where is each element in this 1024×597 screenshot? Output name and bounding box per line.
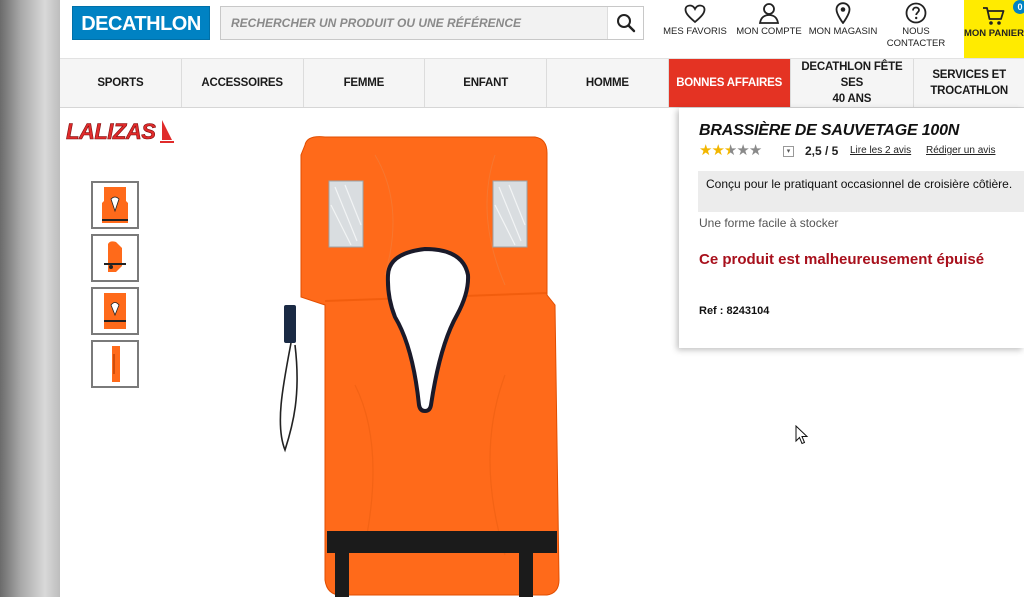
heart-icon [684,4,706,24]
nav-decathlon-40-ans[interactable]: DECATHLON FÊTE SES 40 ANS [791,59,915,107]
search-input[interactable] [221,7,607,39]
availability-message: Ce produit est malheureusement épuisé [699,251,985,268]
nav-services-line1: SERVICES ET [932,69,1006,81]
account-label: MON COMPTE [736,26,802,37]
search-button[interactable] [607,7,643,39]
product-main-image[interactable] [265,125,575,597]
thumbnail-4-image [112,346,120,382]
store-label: MON MAGASIN [808,26,878,37]
nav-homme[interactable]: HOMME [547,59,669,107]
cart-icon [983,7,1005,25]
read-reviews-link[interactable]: Lire les 2 avis [850,145,911,156]
cart-count-badge: 0 [1013,0,1024,14]
chevron-down-icon: ▾ [786,148,791,155]
nav-accessoires[interactable]: ACCESSOIRES [182,59,304,107]
main-nav: SPORTS ACCESSOIRES FEMME ENFANT HOMME BO… [60,58,1024,108]
user-icon [758,3,780,24]
product-info-panel: BRASSIÈRE DE SAUVETAGE 100N ★★★★★ ▾ 2,5 … [679,108,1024,348]
decathlon-logo[interactable]: DECATHLON [72,6,210,40]
rating-dropdown[interactable]: ▾ [783,146,794,157]
thumbnail-2[interactable] [91,234,139,282]
rating-value: 2,5 / 5 [805,144,839,158]
cart-button[interactable]: MON PANIER 0 [964,0,1024,58]
thumbnail-1[interactable] [91,181,139,229]
site-header: DECATHLON MES FAVORIS [60,0,1024,58]
product-reference: Ref : 8243104 [699,305,770,317]
nav-40-ans-line2: 40 ANS [832,93,872,105]
nav-femme[interactable]: FEMME [304,59,426,107]
nav-enfant[interactable]: ENFANT [425,59,547,107]
product-description: Conçu pour le pratiquant occasionnel de … [698,171,1024,212]
favorites-label: MES FAVORIS [663,26,727,37]
account-link[interactable]: MON COMPTE [736,0,802,58]
search-icon [616,14,635,33]
nav-services-trocathlon[interactable]: SERVICES ET TROCATHLON [914,59,1024,107]
page: DECATHLON MES FAVORIS [60,0,1024,597]
star-icon: ★ [748,142,762,159]
product-feature: Une forme facile à stocker [699,216,839,230]
thumbnail-2-image [104,241,126,272]
nav-bonnes-affaires[interactable]: BONNES AFFAIRES [668,59,791,107]
brand-logo: LALIZAS [64,116,176,146]
life-jacket-image [279,136,560,597]
rating-row: ★★★★★ ▾ 2,5 / 5 Lire les 2 avis Rédiger … [699,142,1019,160]
thumbnail-3-image [104,293,126,329]
cart-label: MON PANIER [964,28,1024,39]
mouse-cursor-icon [795,425,809,445]
left-gutter [0,0,60,597]
product-title: BRASSIÈRE DE SAUVETAGE 100N [699,122,960,139]
nav-40-ans-line1: DECATHLON FÊTE SES [801,61,903,89]
search-bar [220,6,644,40]
store-link[interactable]: MON MAGASIN [808,0,878,58]
write-review-link[interactable]: Rédiger un avis [926,145,995,156]
nav-sports[interactable]: SPORTS [60,59,182,107]
favorites-link[interactable]: MES FAVORIS [660,0,730,58]
thumbnail-1-image [102,187,128,223]
nav-services-line2: TROCATHLON [930,85,1008,97]
location-pin-icon [835,2,851,24]
star-icon: ★ [711,142,724,159]
star-icon: ★ [736,142,749,159]
contact-label-line1: NOUS [902,26,930,37]
star-icon-half: ★ [723,142,737,159]
contact-link[interactable]: NOUS CONTACTER [882,0,950,58]
contact-label-line2: CONTACTER [886,38,946,49]
thumbnail-3[interactable] [91,287,139,335]
thumbnail-4[interactable] [91,340,139,388]
star-rating: ★★★★★ [699,142,762,159]
question-icon [905,2,927,24]
brand-logo-text: LALIZAS [66,119,156,144]
star-icon: ★ [699,142,712,159]
